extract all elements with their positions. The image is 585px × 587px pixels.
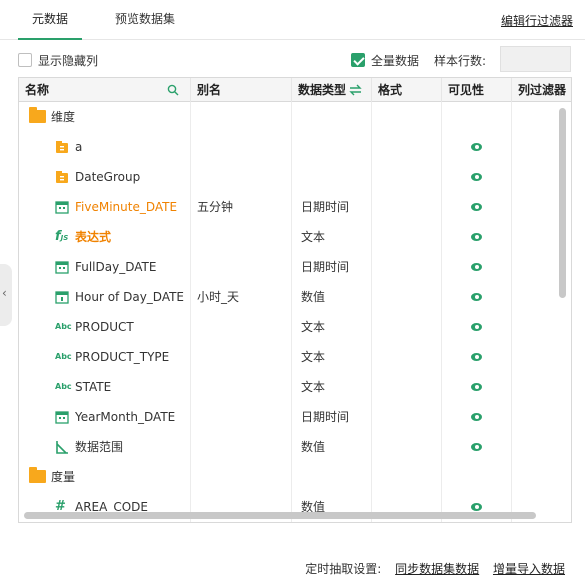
table-header: 名称 别名 数据类型 格式 可见性 列过滤器 xyxy=(19,78,571,102)
header-data-type[interactable]: 数据类型 xyxy=(292,78,372,102)
field-name: STATE xyxy=(75,380,112,394)
search-icon[interactable] xyxy=(167,84,179,96)
field-name: PRODUCT_TYPE xyxy=(75,350,170,364)
group-label: 度量 xyxy=(51,470,76,484)
field-name: FiveMinute_DATE xyxy=(75,200,178,214)
group-row-measure[interactable]: 度量 xyxy=(19,462,571,492)
visibility-eye-icon[interactable] xyxy=(471,233,482,241)
collapse-panel-handle[interactable]: ‹ xyxy=(0,264,12,326)
horizontal-scrollbar[interactable] xyxy=(24,512,536,519)
field-name: Hour of Day_DATE xyxy=(75,290,185,304)
full-data-checkbox[interactable] xyxy=(351,53,365,67)
table-row[interactable]: fJS 表达式 文本 xyxy=(19,222,571,252)
field-data-type: 文本 xyxy=(301,380,326,394)
field-data-type: 文本 xyxy=(301,350,326,364)
visibility-eye-icon[interactable] xyxy=(471,323,482,331)
visibility-eye-icon[interactable] xyxy=(471,443,482,451)
folder-icon xyxy=(29,467,46,483)
field-data-type: 日期时间 xyxy=(301,260,350,274)
folder-doc-icon xyxy=(56,171,68,183)
field-data-type: 文本 xyxy=(301,320,326,334)
table-row[interactable]: 数据范围 数值 xyxy=(19,432,571,462)
visibility-eye-icon[interactable] xyxy=(471,353,482,361)
header-column-filter[interactable]: 列过滤器 xyxy=(512,78,571,102)
calendar-icon xyxy=(55,201,69,214)
sample-rows-label: 样本行数: xyxy=(434,54,487,68)
abc-icon: Abc xyxy=(55,382,72,391)
visibility-eye-icon[interactable] xyxy=(471,173,482,181)
field-name: PRODUCT xyxy=(75,320,134,334)
table-row[interactable]: Hour of Day_DATE 小时_天 数值 xyxy=(19,282,571,312)
show-hidden-label: 显示隐藏列 xyxy=(38,54,99,68)
sample-rows-input[interactable] xyxy=(500,46,571,72)
calendar-icon xyxy=(55,261,69,274)
field-alias: 五分钟 xyxy=(197,200,234,214)
field-alias: 小时_天 xyxy=(197,290,240,304)
field-data-type: 数值 xyxy=(301,440,326,454)
header-alias[interactable]: 别名 xyxy=(191,78,292,102)
table-row[interactable]: Abc PRODUCT_TYPE 文本 xyxy=(19,342,571,372)
visibility-eye-icon[interactable] xyxy=(471,503,482,511)
calendar-icon xyxy=(55,411,69,424)
table-row[interactable]: FullDay_DATE 日期时间 xyxy=(19,252,571,282)
table-row[interactable]: YearMonth_DATE 日期时间 xyxy=(19,402,571,432)
function-icon: fJS xyxy=(55,229,69,244)
group-row-dimension[interactable]: 维度 xyxy=(19,102,571,132)
table-row[interactable]: DateGroup xyxy=(19,162,571,192)
field-name: 表达式 xyxy=(75,230,112,244)
table-row[interactable]: Abc STATE 文本 xyxy=(19,372,571,402)
schedule-extract-label: 定时抽取设置: xyxy=(305,562,382,576)
field-data-type: 文本 xyxy=(301,230,326,244)
range-icon xyxy=(56,441,68,454)
table-body: 维度 a DateGroup FiveMinute_DATE 五分钟 日期时间 … xyxy=(19,102,571,522)
field-name: FullDay_DATE xyxy=(75,260,157,274)
table-row[interactable]: Abc PRODUCT 文本 xyxy=(19,312,571,342)
folder-doc-icon xyxy=(56,141,68,153)
tab-bar: 元数据 预览数据集 编辑行过滤器 xyxy=(0,0,585,40)
visibility-eye-icon[interactable] xyxy=(471,203,482,211)
calendar-icon xyxy=(55,291,69,304)
field-name: DateGroup xyxy=(75,170,141,184)
visibility-eye-icon[interactable] xyxy=(471,413,482,421)
swap-icon[interactable] xyxy=(349,84,362,96)
table-row[interactable]: a xyxy=(19,132,571,162)
header-visibility[interactable]: 可见性 xyxy=(442,78,512,102)
visibility-eye-icon[interactable] xyxy=(471,143,482,151)
group-label: 维度 xyxy=(51,110,76,124)
table-row[interactable]: FiveMinute_DATE 五分钟 日期时间 xyxy=(19,192,571,222)
folder-icon xyxy=(29,107,46,123)
field-name: 数据范围 xyxy=(75,440,124,454)
show-hidden-checkbox[interactable] xyxy=(18,53,32,67)
vertical-scrollbar[interactable] xyxy=(559,108,566,298)
visibility-eye-icon[interactable] xyxy=(471,263,482,271)
full-data-label: 全量数据 xyxy=(371,54,420,68)
tab-preview-dataset[interactable]: 预览数据集 xyxy=(110,10,180,40)
abc-icon: Abc xyxy=(55,352,72,361)
abc-icon: Abc xyxy=(55,322,72,331)
header-name[interactable]: 名称 xyxy=(19,78,191,102)
visibility-eye-icon[interactable] xyxy=(471,293,482,301)
footer: 定时抽取设置: 同步数据集数据 增量导入数据 xyxy=(305,560,565,577)
field-name: YearMonth_DATE xyxy=(75,410,176,424)
field-data-type: 数值 xyxy=(301,290,326,304)
chevron-left-icon: ‹ xyxy=(2,286,7,300)
field-name: a xyxy=(75,140,83,154)
field-data-type: 日期时间 xyxy=(301,410,350,424)
metadata-table: 名称 别名 数据类型 格式 可见性 列过滤器 维度 a DateGroup Fi… xyxy=(18,77,572,523)
incremental-import-link[interactable]: 增量导入数据 xyxy=(493,562,565,576)
header-format[interactable]: 格式 xyxy=(372,78,442,102)
field-data-type: 日期时间 xyxy=(301,200,350,214)
edit-row-filter-link[interactable]: 编辑行过滤器 xyxy=(501,12,573,29)
options-row: 显示隐藏列 全量数据 样本行数: xyxy=(0,46,585,74)
tab-metadata[interactable]: 元数据 xyxy=(18,10,82,40)
sync-dataset-link[interactable]: 同步数据集数据 xyxy=(395,562,479,576)
visibility-eye-icon[interactable] xyxy=(471,383,482,391)
